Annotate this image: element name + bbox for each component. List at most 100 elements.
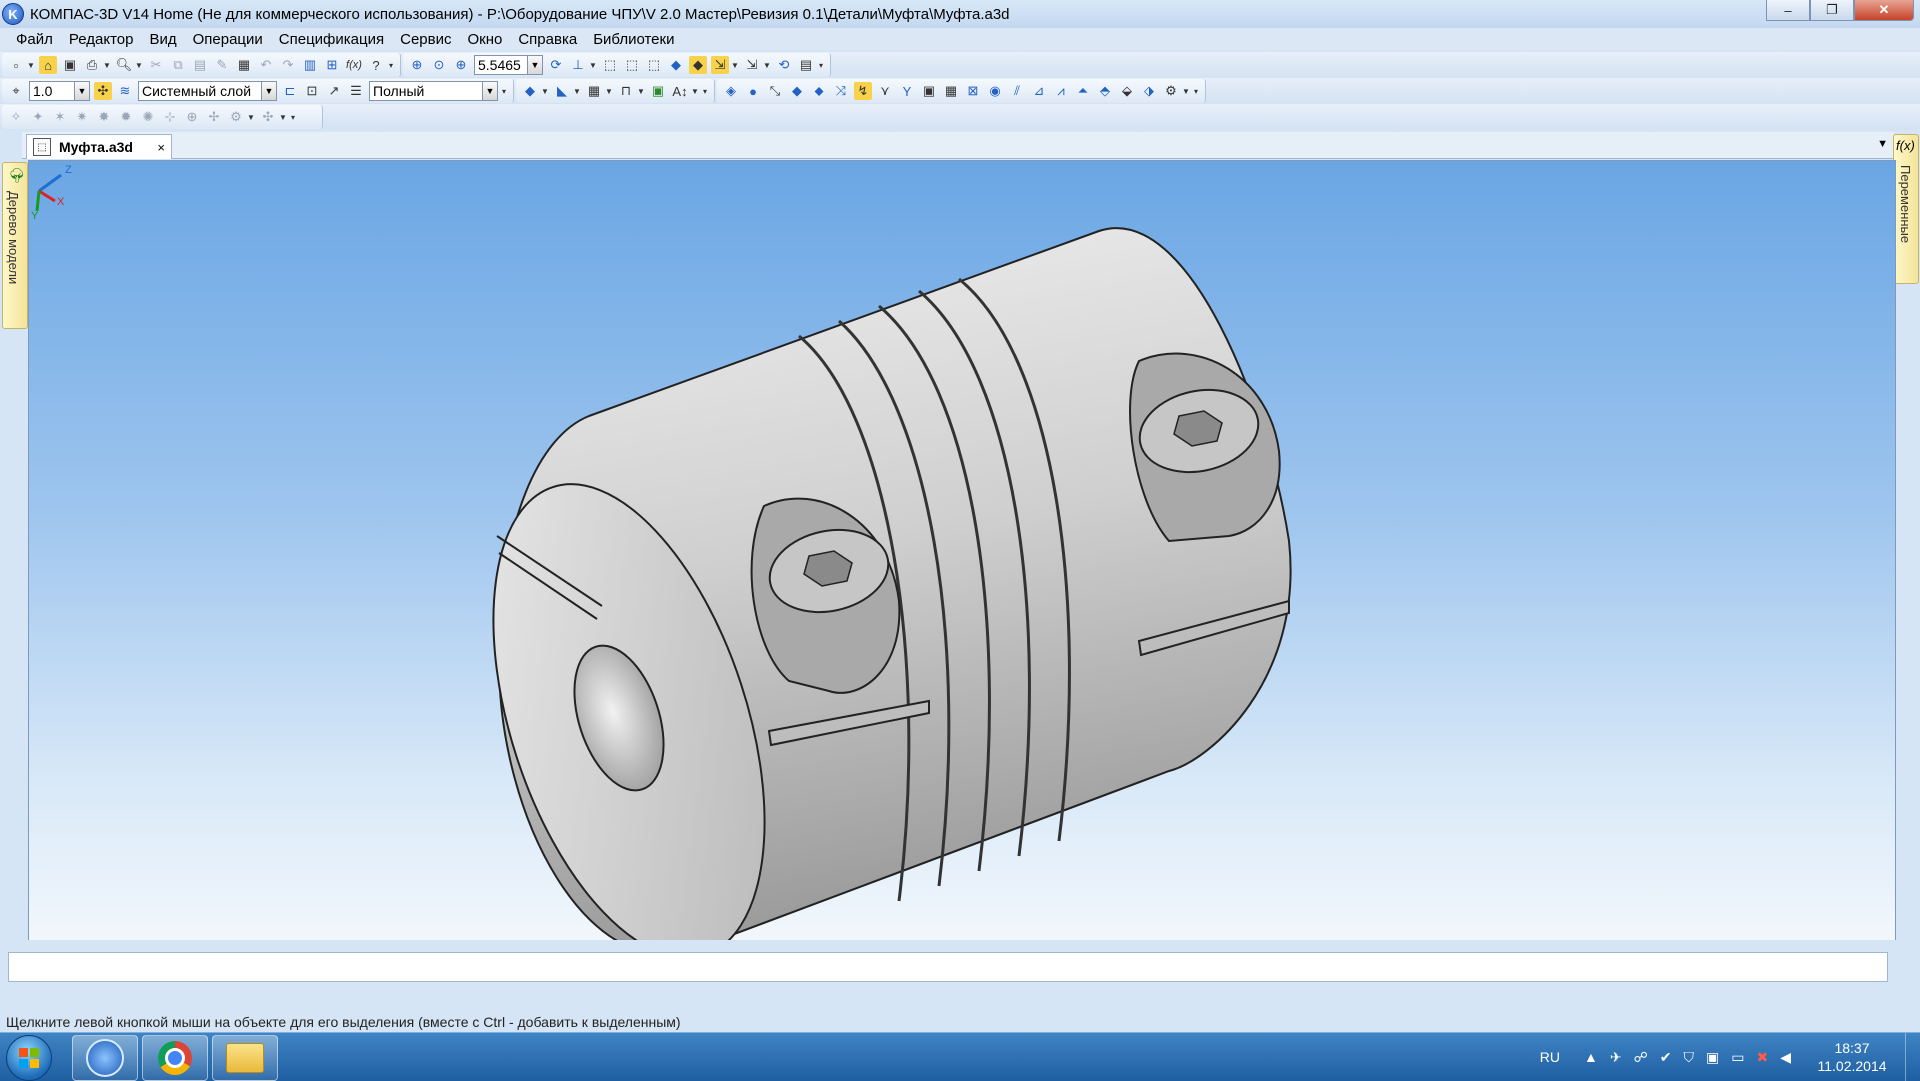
step-cursor-icon[interactable]: ⌖ (7, 82, 25, 100)
properties-icon[interactable]: ▦ (235, 56, 253, 74)
print-dropdown-icon[interactable]: ▼ (103, 56, 111, 74)
taskbar-kompas[interactable] (72, 1035, 138, 1081)
measure-dropdown-icon[interactable]: ▼ (1182, 82, 1190, 100)
save-icon[interactable]: ▣ (61, 56, 79, 74)
filter-curves-icon[interactable]: ↯ (854, 82, 872, 100)
minimize-button[interactable]: – (1766, 0, 1810, 21)
menu-libraries[interactable]: Библиотеки (593, 31, 674, 48)
wireframe-icon[interactable]: ⬚ (601, 56, 619, 74)
material-icon[interactable]: ▣ (649, 82, 667, 100)
volume-icon[interactable]: ◀ (1780, 1049, 1791, 1066)
array-icon[interactable]: ▦ (585, 82, 603, 100)
snap-normal-icon[interactable]: ✺ (139, 108, 157, 126)
language-indicator[interactable]: RU (1540, 1049, 1560, 1065)
tab-list-dropdown-icon[interactable]: ▼ (1877, 138, 1888, 150)
new-file-dropdown-icon[interactable]: ▼ (27, 56, 35, 74)
tray-network-app-icon[interactable]: ☍ (1634, 1049, 1648, 1066)
network-icon[interactable]: ▭ (1731, 1049, 1744, 1066)
toolbar2b-overflow-icon[interactable]: ▾ (701, 82, 709, 100)
filter-control-points-icon[interactable]: ◉ (986, 82, 1004, 100)
variables-icon[interactable]: f(x) (345, 56, 363, 74)
3d-viewport[interactable]: Z X Y (28, 160, 1896, 942)
plane-angle-icon[interactable]: ⊿ (1030, 82, 1048, 100)
dimension-dropdown-icon[interactable]: ▼ (691, 82, 699, 100)
snap-tangent-icon[interactable]: ✹ (117, 108, 135, 126)
dimension-icon[interactable]: A↕ (671, 82, 689, 100)
menu-file[interactable]: Файл (16, 31, 53, 48)
orientation-dropdown-icon[interactable]: ▼ (589, 56, 597, 74)
snap-middle-icon[interactable]: ✶ (51, 108, 69, 126)
snap-endpoint-icon[interactable]: ✦ (29, 108, 47, 126)
filter-bodies-icon[interactable]: ● (744, 82, 762, 100)
coupling-model[interactable] (29, 161, 1895, 941)
variables-tab[interactable]: f(x) Переменные (1893, 134, 1919, 284)
mate-dropdown-icon[interactable]: ▼ (637, 82, 645, 100)
command-input[interactable] (8, 952, 1888, 982)
filter-faces-icon[interactable]: ◈ (722, 82, 740, 100)
snap-intersection-icon[interactable]: ✸ (95, 108, 113, 126)
snap-extra-dropdown-icon[interactable]: ▼ (279, 108, 287, 126)
tray-app-icon[interactable]: ✈ (1610, 1049, 1622, 1066)
update-icon[interactable]: ⟲ (775, 56, 793, 74)
filter-cs-icon[interactable]: ▦ (942, 82, 960, 100)
print-icon[interactable]: ⎙ (83, 56, 101, 74)
new-file-icon[interactable]: ▫ (7, 56, 25, 74)
step-dropdown-icon[interactable]: ▼ (74, 82, 89, 100)
step-combo[interactable]: 1.0 ▼ (29, 81, 90, 101)
help-pointer-icon[interactable]: ? (367, 56, 385, 74)
select-mode-icon[interactable]: ⇲ (743, 56, 761, 74)
measure-icon[interactable]: ⚙ (1162, 82, 1180, 100)
plane-middle-icon[interactable]: ⬙ (1118, 82, 1136, 100)
mate-icon[interactable]: ⊓ (617, 82, 635, 100)
component-icon[interactable]: ◆ (521, 82, 539, 100)
coordinate-system-icon[interactable]: ⊏ (281, 82, 299, 100)
menu-window[interactable]: Окно (467, 31, 502, 48)
clock[interactable]: 18:37 11.02.2014 (1807, 1039, 1897, 1075)
orientation-icon[interactable]: ⊥ (569, 56, 587, 74)
preview-icon[interactable]: 🔍︎ (115, 56, 133, 74)
thin-lines-icon[interactable]: ⬚ (645, 56, 663, 74)
toolbar2c-overflow-icon[interactable]: ▾ (1192, 82, 1200, 100)
taskbar-chrome[interactable] (142, 1035, 208, 1081)
mode-combo[interactable]: Полный ▼ (369, 81, 498, 101)
orientation-pointer-icon[interactable]: ↗ (325, 82, 343, 100)
component-dropdown-icon[interactable]: ▼ (541, 82, 549, 100)
toolbar2-overflow-icon[interactable]: ▾ (500, 82, 508, 100)
plane-tangent-icon[interactable]: ⬘ (1096, 82, 1114, 100)
toolbar1-overflow-icon[interactable]: ▾ (387, 56, 395, 74)
local-cs-icon[interactable]: ⊡ (303, 82, 321, 100)
filter-points-icon[interactable]: ⋎ (876, 82, 894, 100)
select-filter-dropdown-icon[interactable]: ▼ (731, 56, 739, 74)
tray-security-icon[interactable]: ⛉ (1684, 1049, 1695, 1066)
plane-parallel-icon[interactable]: ⬗ (1140, 82, 1158, 100)
menu-help[interactable]: Справка (518, 31, 577, 48)
halftone-edges-icon[interactable]: ◆ (689, 56, 707, 74)
paste-icon[interactable]: ▤ (191, 56, 209, 74)
mode-dropdown-icon[interactable]: ▼ (482, 82, 497, 100)
snap-nearest-icon[interactable]: ✧ (7, 108, 25, 126)
array-dropdown-icon[interactable]: ▼ (605, 82, 613, 100)
filter-lcs-icon[interactable]: ⊠ (964, 82, 982, 100)
cut-icon[interactable]: ✂ (147, 56, 165, 74)
snap-settings-icon[interactable]: ⚙ (227, 108, 245, 126)
copy-icon[interactable]: ⧉ (169, 56, 187, 74)
close-button[interactable]: ✕ (1854, 0, 1914, 21)
select-filter-icon[interactable]: ⇲ (711, 56, 729, 74)
snap-angle-icon[interactable]: ⊕ (183, 108, 201, 126)
filter-edges-icon[interactable]: ⤡ (766, 82, 784, 100)
plane-normal-icon[interactable]: ⏶ (1074, 82, 1092, 100)
layer-dropdown-icon[interactable]: ▼ (261, 82, 276, 100)
zoom-all-icon[interactable]: ⊙ (430, 56, 448, 74)
maximize-button[interactable]: ❐ (1810, 0, 1854, 21)
document-tab[interactable]: ⬚ Муфта.a3d × (26, 134, 172, 159)
taskbar-explorer[interactable] (212, 1035, 278, 1081)
redo-icon[interactable]: ↷ (279, 56, 297, 74)
zoom-window-icon[interactable]: ⊕ (408, 56, 426, 74)
format-painter-icon[interactable]: ✎ (213, 56, 231, 74)
filter-sketch-icon[interactable]: Y (898, 82, 916, 100)
filter-surfaces-icon[interactable]: ▣ (920, 82, 938, 100)
operation-dropdown-icon[interactable]: ▼ (573, 82, 581, 100)
layer-combo[interactable]: Системный слой ▼ (138, 81, 277, 101)
hidden-lines-icon[interactable]: ⬚ (623, 56, 641, 74)
snap-point-icon[interactable]: ✢ (205, 108, 223, 126)
